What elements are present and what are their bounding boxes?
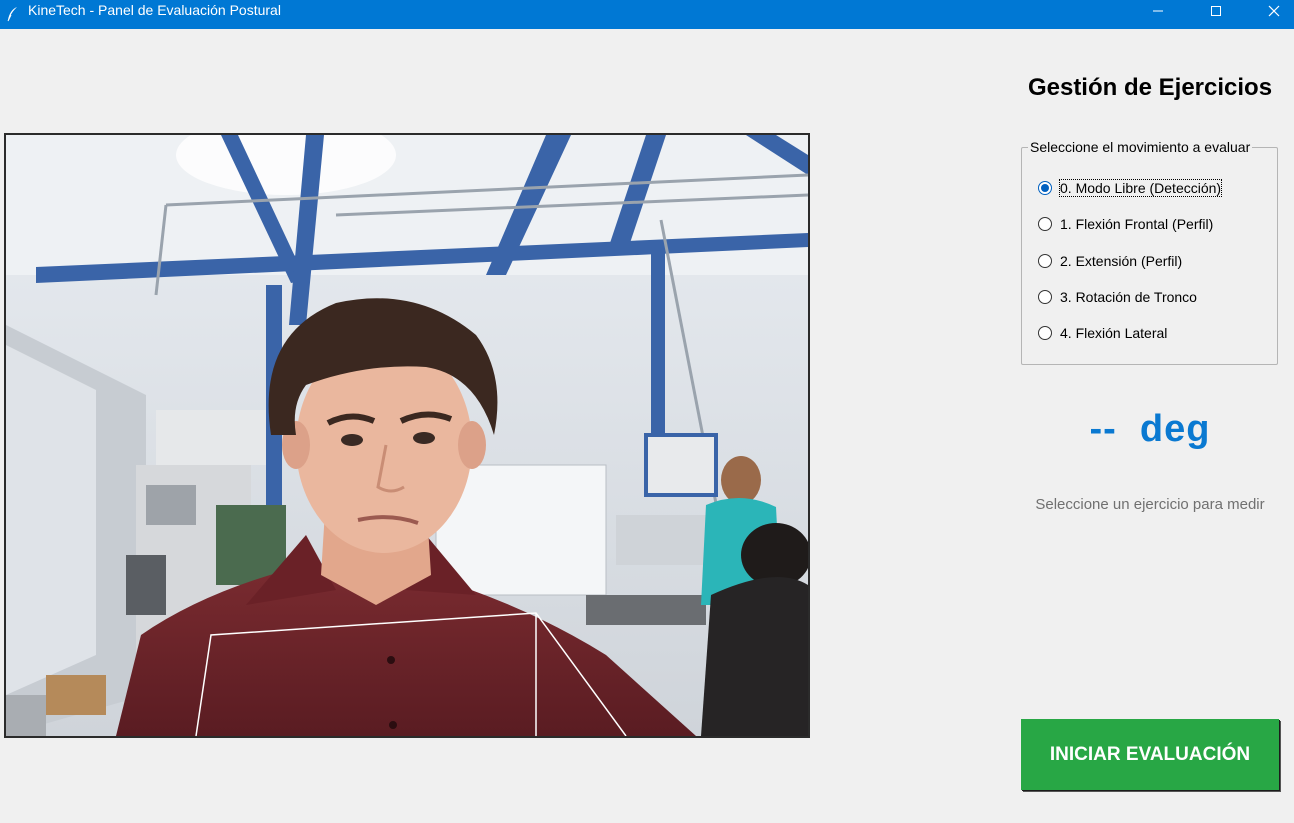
radio-label[interactable]: 4. Flexión Lateral	[1060, 325, 1167, 341]
minimize-button[interactable]	[1129, 0, 1187, 22]
radio-option-trunk-rotation[interactable]: 3. Rotación de Tronco	[1038, 286, 1197, 308]
radio-option-frontal-flexion[interactable]: 1. Flexión Frontal (Perfil)	[1038, 213, 1213, 235]
radio-option-free-mode[interactable]: 0. Modo Libre (Detección)	[1038, 177, 1223, 199]
start-evaluation-button[interactable]: INICIAR EVALUACIÓN	[1021, 719, 1279, 790]
close-button[interactable]	[1245, 0, 1294, 22]
radio-label[interactable]: 0. Modo Libre (Detección)	[1058, 179, 1223, 197]
window-title: KineTech - Panel de Evaluación Postural	[28, 2, 281, 18]
close-icon	[1268, 5, 1280, 17]
radio-label[interactable]: 1. Flexión Frontal (Perfil)	[1060, 216, 1213, 232]
camera-feed	[4, 133, 810, 738]
title-bar: KineTech - Panel de Evaluación Postural	[0, 0, 1294, 29]
radio-option-extension[interactable]: 2. Extensión (Perfil)	[1038, 250, 1182, 272]
radio-option-lateral-flexion[interactable]: 4. Flexión Lateral	[1038, 322, 1167, 344]
radio-button-icon[interactable]	[1038, 254, 1052, 268]
maximize-button[interactable]	[1187, 0, 1245, 22]
radio-button-selected-icon[interactable]	[1038, 181, 1052, 195]
angle-readout: -- deg	[1089, 408, 1211, 450]
radio-label[interactable]: 2. Extensión (Perfil)	[1060, 253, 1182, 269]
feather-icon	[5, 6, 21, 22]
panel-title: Gestión de Ejercicios	[1027, 74, 1273, 101]
radio-button-icon[interactable]	[1038, 290, 1052, 304]
radio-label[interactable]: 3. Rotación de Tronco	[1060, 289, 1197, 305]
status-message: Seleccione un ejercicio para medir	[1035, 496, 1265, 513]
maximize-icon	[1211, 6, 1221, 16]
radio-button-icon[interactable]	[1038, 326, 1052, 340]
minimize-icon	[1153, 10, 1163, 12]
group-label: Seleccione el movimiento a evaluar	[1028, 139, 1253, 155]
radio-button-icon[interactable]	[1038, 217, 1052, 231]
